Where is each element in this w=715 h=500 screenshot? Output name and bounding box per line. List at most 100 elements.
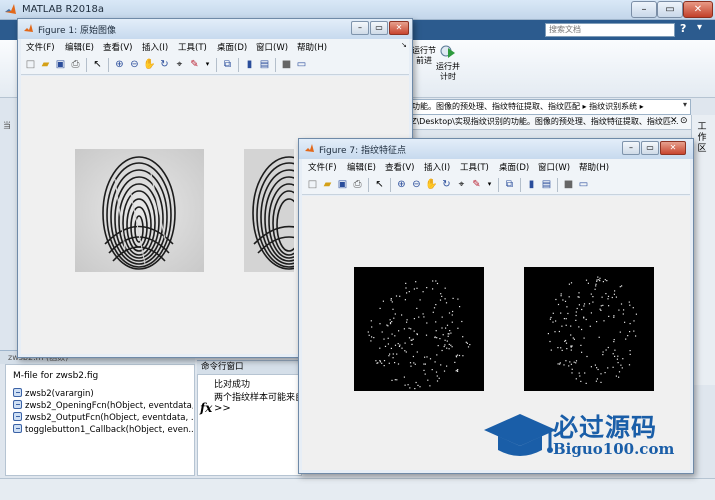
pan-hand-icon[interactable]: ✋: [425, 178, 438, 191]
minimize-button[interactable]: –: [631, 1, 657, 18]
current-folder-panel-collapsed[interactable]: [0, 98, 18, 360]
minutiae-point: [412, 338, 414, 340]
figure-minimize-button[interactable]: –: [622, 141, 640, 155]
menu-insert[interactable]: 插入(I): [424, 161, 450, 173]
minutiae-point: [438, 377, 440, 379]
menu-file[interactable]: 文件(F): [308, 161, 337, 173]
figure-close-button[interactable]: ✕: [660, 141, 686, 155]
minutiae-point: [370, 340, 372, 342]
menu-window[interactable]: 窗口(W): [538, 161, 570, 173]
minutiae-point: [397, 343, 399, 345]
brush-dropdown-icon[interactable]: ▾: [483, 178, 496, 191]
open-file-icon[interactable]: ▰: [321, 178, 334, 191]
minutiae-point: [436, 375, 438, 377]
data-cursor-icon[interactable]: ⌖: [173, 58, 186, 71]
menu-view[interactable]: 查看(V): [385, 161, 414, 173]
workspace-label[interactable]: 工作区: [696, 122, 708, 155]
menu-tools[interactable]: 工具(T): [178, 41, 207, 53]
minutiae-point: [441, 349, 443, 352]
link-plot-icon[interactable]: ⧉: [221, 58, 234, 71]
figure-maximize-button[interactable]: ▭: [641, 141, 659, 155]
insert-legend-icon[interactable]: ▤: [258, 58, 271, 71]
figure-maximize-button[interactable]: ▭: [370, 21, 388, 35]
command-prompt[interactable]: >>: [214, 403, 231, 414]
insert-legend-icon[interactable]: ▤: [540, 178, 553, 191]
show-plot-tools-icon[interactable]: ▭: [577, 178, 590, 191]
address-dropdown-icon[interactable]: ▾: [683, 100, 687, 109]
figure-title-bar[interactable]: Figure 1: 原始图像 – ▭ ✕: [18, 19, 412, 39]
minutiae-point: [379, 360, 381, 362]
insert-colorbar-icon[interactable]: ▮: [243, 58, 256, 71]
menu-desktop[interactable]: 桌面(D): [217, 41, 247, 53]
help-icon[interactable]: ?: [680, 22, 694, 37]
menu-insert[interactable]: 插入(I): [142, 41, 168, 53]
menu-help[interactable]: 帮助(H): [297, 41, 327, 53]
editor-close-icon[interactable]: ✕: [670, 116, 678, 126]
zoom-out-icon[interactable]: ⊖: [128, 58, 141, 71]
feature-points-image-1[interactable]: [354, 267, 484, 391]
pan-hand-icon[interactable]: ✋: [143, 58, 156, 71]
edit-plot-arrow-icon[interactable]: ↖: [373, 178, 386, 191]
run-and-time-button[interactable]: 运行并 计时: [433, 44, 463, 92]
save-icon[interactable]: ▣: [54, 58, 67, 71]
close-button[interactable]: ✕: [683, 1, 713, 18]
minutiae-point: [565, 318, 567, 320]
new-figure-icon[interactable]: □: [306, 178, 319, 191]
edit-plot-arrow-icon[interactable]: ↖: [91, 58, 104, 71]
editor-options-icon[interactable]: ⊙: [680, 116, 688, 126]
maximize-button[interactable]: ▭: [657, 1, 683, 18]
rotate-3d-icon[interactable]: ↻: [158, 58, 171, 71]
original-fingerprint-image-1[interactable]: [75, 149, 204, 272]
minutiae-point: [613, 315, 615, 317]
insert-colorbar-icon[interactable]: ▮: [525, 178, 538, 191]
address-bar[interactable]: 功能。图像的预处理、指纹特征提取、指纹匹配 ▸ 指纹识别系统 ▸: [408, 99, 691, 115]
figure-minimize-button[interactable]: –: [351, 21, 369, 35]
feature-points-image-2[interactable]: [524, 267, 654, 391]
open-file-icon[interactable]: ▰: [39, 58, 52, 71]
zoom-out-icon[interactable]: ⊖: [410, 178, 423, 191]
menu-help[interactable]: 帮助(H): [579, 161, 609, 173]
minutiae-point: [568, 365, 570, 367]
brush-icon[interactable]: ✎: [470, 178, 483, 191]
function-browser-icon[interactable]: fx: [200, 401, 212, 415]
menu-window[interactable]: 窗口(W): [256, 41, 288, 53]
hide-plot-tools-icon[interactable]: ■: [562, 178, 575, 191]
minutiae-point: [561, 349, 563, 351]
brush-dropdown-icon[interactable]: ▾: [201, 58, 214, 71]
bell-icon[interactable]: ▾: [697, 22, 711, 37]
show-plot-tools-icon[interactable]: ▭: [295, 58, 308, 71]
function-item[interactable]: zwsb2_OpeningFcn(hObject, eventdata, ...: [13, 400, 193, 412]
figure-title-bar[interactable]: Figure 7: 指纹特征点 – ▭ ✕: [299, 139, 693, 159]
function-item[interactable]: togglebutton1_Callback(hObject, even...: [13, 424, 193, 436]
brush-icon[interactable]: ✎: [188, 58, 201, 71]
menu-dock-arrow-icon[interactable]: ↘: [401, 41, 407, 49]
figure-close-button[interactable]: ✕: [389, 21, 409, 35]
hide-plot-tools-icon[interactable]: ■: [280, 58, 293, 71]
data-cursor-icon[interactable]: ⌖: [455, 178, 468, 191]
function-item[interactable]: zwsb2(varargin): [13, 388, 193, 400]
save-icon[interactable]: ▣: [336, 178, 349, 191]
minutiae-point: [457, 298, 459, 300]
minutiae-point: [581, 308, 583, 311]
print-icon[interactable]: ⎙: [351, 178, 364, 191]
minutiae-point: [604, 279, 606, 281]
search-docs-input[interactable]: 搜索文档: [545, 23, 675, 37]
rotate-3d-icon[interactable]: ↻: [440, 178, 453, 191]
original-fingerprint-image-2[interactable]: [244, 149, 294, 272]
function-item[interactable]: zwsb2_OutputFcn(hObject, eventdata, ...: [13, 412, 193, 424]
zoom-in-icon[interactable]: ⊕: [113, 58, 126, 71]
minutiae-point: [444, 344, 446, 346]
minutiae-point: [583, 337, 585, 339]
workspace-panel-collapsed[interactable]: [691, 115, 715, 385]
zoom-in-icon[interactable]: ⊕: [395, 178, 408, 191]
link-plot-icon[interactable]: ⧉: [503, 178, 516, 191]
menu-file[interactable]: 文件(F): [26, 41, 55, 53]
menu-tools[interactable]: 工具(T): [460, 161, 489, 173]
print-icon[interactable]: ⎙: [69, 58, 82, 71]
menu-view[interactable]: 查看(V): [103, 41, 132, 53]
menu-desktop[interactable]: 桌面(D): [499, 161, 529, 173]
menu-edit[interactable]: 编辑(E): [347, 161, 376, 173]
new-figure-icon[interactable]: □: [24, 58, 37, 71]
minutiae-point: [373, 337, 375, 339]
menu-edit[interactable]: 编辑(E): [65, 41, 94, 53]
